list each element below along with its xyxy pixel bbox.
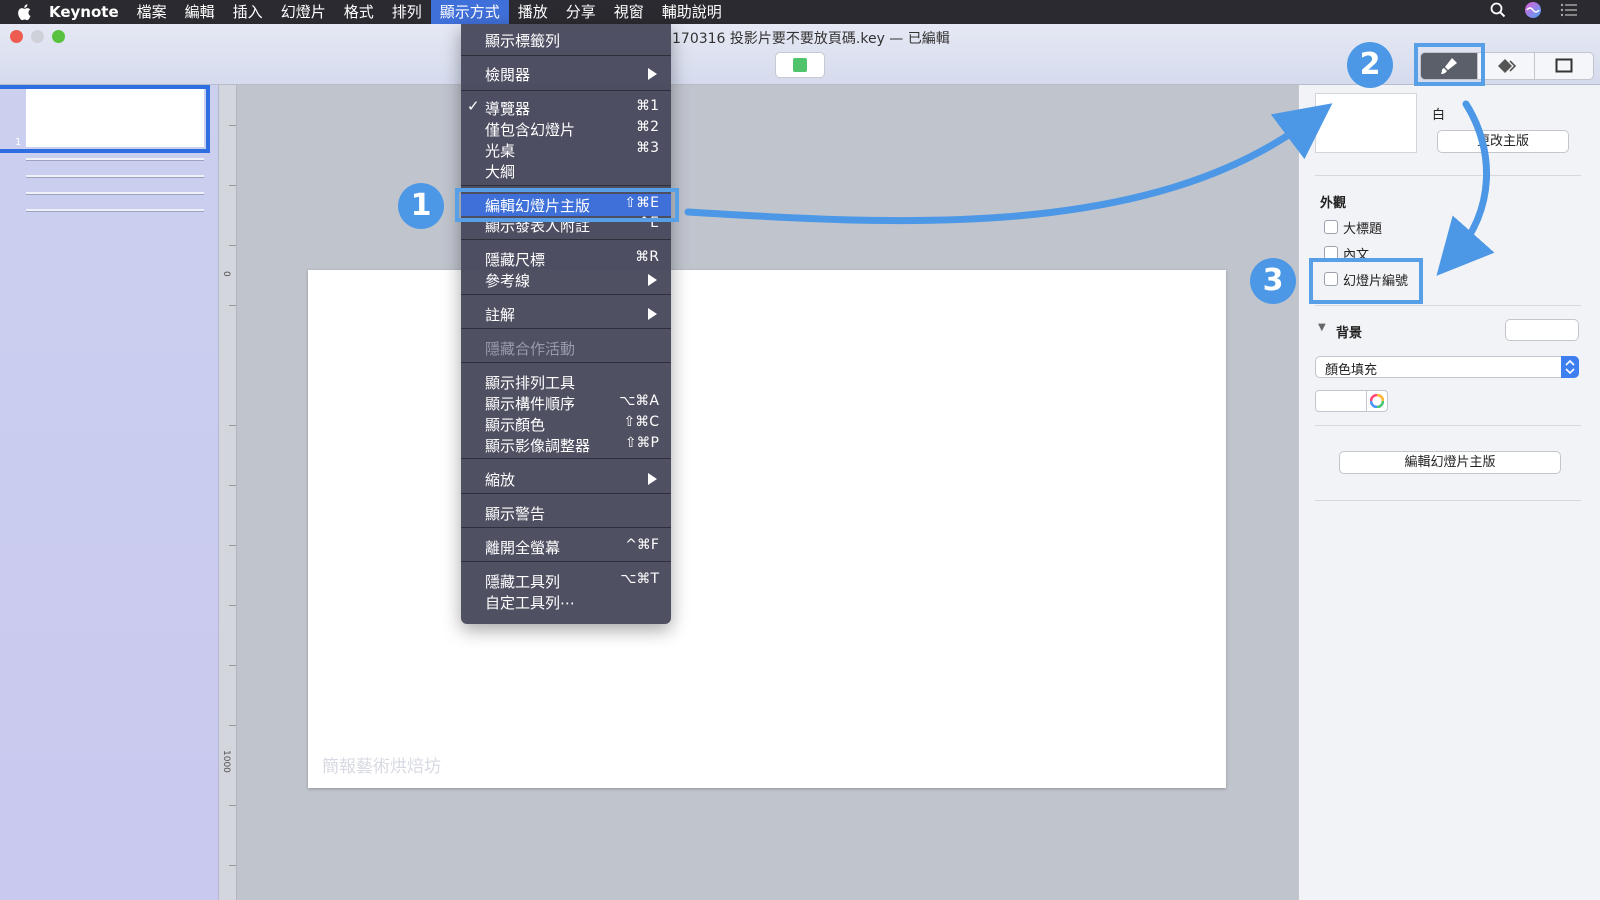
menu-item-show-warnings[interactable]: 顯示警告 (461, 502, 671, 523)
menu-file[interactable]: 檔案 (128, 0, 176, 24)
section-divider (1315, 425, 1581, 426)
master-preview[interactable] (1315, 93, 1417, 153)
animate-diamond-icon (1498, 59, 1517, 73)
highlight-box-step3 (1309, 258, 1423, 304)
menu-item-hide-collaboration: 隱藏合作活動 (485, 340, 576, 358)
view-menu-dropdown: 顯示標籤列 檢閱器 ✓ 導覽器 ⌘1 僅包含幻燈片 ⌘2 光桌 ⌘3 大綱 顯示發表人附… (461, 24, 671, 624)
appearance-header: 外觀 (1320, 196, 1347, 211)
menu-item-hide-toolbar[interactable]: 隱藏工具列 ⌥⌘T (461, 570, 671, 591)
navigator-outline-line (26, 158, 204, 161)
highlight-box-step1 (455, 188, 679, 222)
menu-item-exit-fullscreen[interactable]: 離開全螢幕 ^⌘F (461, 536, 671, 557)
menu-item-comments[interactable]: 註解 (461, 303, 671, 324)
submenu-arrow-icon (648, 274, 657, 286)
master-name: 白 (1432, 108, 1446, 123)
step-badge-2: 2 (1347, 42, 1393, 88)
close-window-button[interactable] (10, 30, 23, 43)
document-title: 170316 投影片要不要放頁碼.key — 已編輯 (672, 31, 950, 47)
color-wheel-icon[interactable] (1366, 390, 1388, 412)
navigator-outline-line (26, 175, 204, 178)
step-badge-1: 1 (398, 183, 444, 229)
menu-item-navigator[interactable]: ✓ 導覽器 ⌘1 (461, 97, 671, 118)
menu-arrange[interactable]: 排列 (383, 0, 431, 24)
slide-number-label: 1 (15, 137, 22, 148)
slide-watermark: 簡報藝術烘焙坊 (322, 757, 441, 777)
menu-item-slide-only[interactable]: 僅包含幻燈片 ⌘2 (461, 118, 671, 139)
background-header: 背景 (1336, 326, 1363, 341)
vertical-ruler: 0 1000 (219, 85, 237, 900)
menu-insert[interactable]: 插入 (224, 0, 272, 24)
highlight-box-step2 (1414, 43, 1485, 86)
menu-bar: Keynote 檔案 編輯 插入 幻燈片 格式 排列 顯示方式 播放 分享 視窗… (0, 0, 1600, 24)
menu-item-customize-toolbar[interactable]: 自定工具列⋯ (461, 591, 671, 612)
menu-item-show-tab-bar[interactable]: 顯示標籤列 (461, 29, 671, 50)
fill-type-select[interactable]: 顏色填充 (1315, 356, 1579, 378)
disclosure-triangle-icon[interactable]: ▼ (1318, 322, 1326, 333)
navigator-outline-line (26, 192, 204, 195)
change-master-button[interactable]: 更改主版 (1437, 130, 1569, 153)
section-divider (1315, 305, 1581, 306)
menu-item-build-order[interactable]: 顯示構件順序 ⌥⌘A (461, 392, 671, 413)
submenu-arrow-icon (648, 308, 657, 320)
menu-item-outline[interactable]: 大綱 (461, 160, 671, 181)
submenu-arrow-icon (648, 68, 657, 80)
menu-item-image-adjust[interactable]: 顯示影像調整器 ⇧⌘P (461, 434, 671, 455)
play-slideshow-button[interactable] (775, 52, 825, 78)
menu-item-guides[interactable]: 參考線 (461, 269, 671, 290)
document-inspector-tab[interactable] (1534, 52, 1594, 80)
menu-item-light-table[interactable]: 光桌 ⌘3 (461, 139, 671, 160)
menu-app-name[interactable]: Keynote (40, 0, 128, 24)
menu-format[interactable]: 格式 (335, 0, 383, 24)
slide-navigator (0, 85, 219, 900)
background-preset[interactable] (1505, 319, 1579, 341)
menu-item-show-colors[interactable]: 顯示顏色 ⇧⌘C (461, 413, 671, 434)
edit-master-button[interactable]: 編輯幻燈片主版 (1339, 451, 1561, 474)
title-checkbox-label: 大標題 (1343, 222, 1383, 237)
document-icon (1555, 58, 1573, 73)
menu-edit[interactable]: 編輯 (176, 0, 224, 24)
select-stepper-icon (1561, 356, 1579, 378)
menu-item-arrange-tools[interactable]: 顯示排列工具 (461, 371, 671, 392)
notification-center-icon[interactable] (1560, 3, 1578, 21)
menu-play[interactable]: 播放 (509, 0, 557, 24)
slide-thumbnail-selection (0, 85, 210, 153)
ruler-label: 0 (221, 271, 231, 277)
menu-slide[interactable]: 幻燈片 (272, 0, 335, 24)
fill-type-value: 顏色填充 (1325, 363, 1378, 378)
menu-item-hide-rulers[interactable]: 隱藏尺標 ⌘R (461, 248, 671, 269)
color-well[interactable] (1315, 390, 1367, 412)
submenu-arrow-icon (648, 473, 657, 485)
ruler-label: 1000 (221, 750, 231, 773)
step-badge-3: 3 (1250, 258, 1296, 304)
title-checkbox[interactable] (1324, 220, 1338, 234)
spotlight-search-icon[interactable] (1490, 2, 1506, 22)
menu-item-inspector[interactable]: 檢閱器 (461, 63, 671, 84)
minimize-window-button[interactable] (31, 30, 44, 43)
fullscreen-window-button[interactable] (52, 30, 65, 43)
slide[interactable] (308, 270, 1226, 788)
animate-inspector-tab[interactable] (1477, 52, 1536, 80)
checkmark-icon: ✓ (467, 97, 480, 115)
navigator-outline-line (26, 209, 204, 212)
menu-view[interactable]: 顯示方式 (430, 0, 509, 24)
play-icon (793, 58, 807, 72)
siri-icon[interactable] (1524, 1, 1542, 23)
menu-share[interactable]: 分享 (557, 0, 605, 24)
menu-help[interactable]: 輔助說明 (653, 0, 731, 24)
menu-item-zoom[interactable]: 縮放 (461, 468, 671, 489)
section-divider (1315, 500, 1581, 501)
menu-window[interactable]: 視窗 (605, 0, 653, 24)
apple-icon[interactable] (10, 0, 40, 24)
section-divider (1315, 175, 1581, 176)
